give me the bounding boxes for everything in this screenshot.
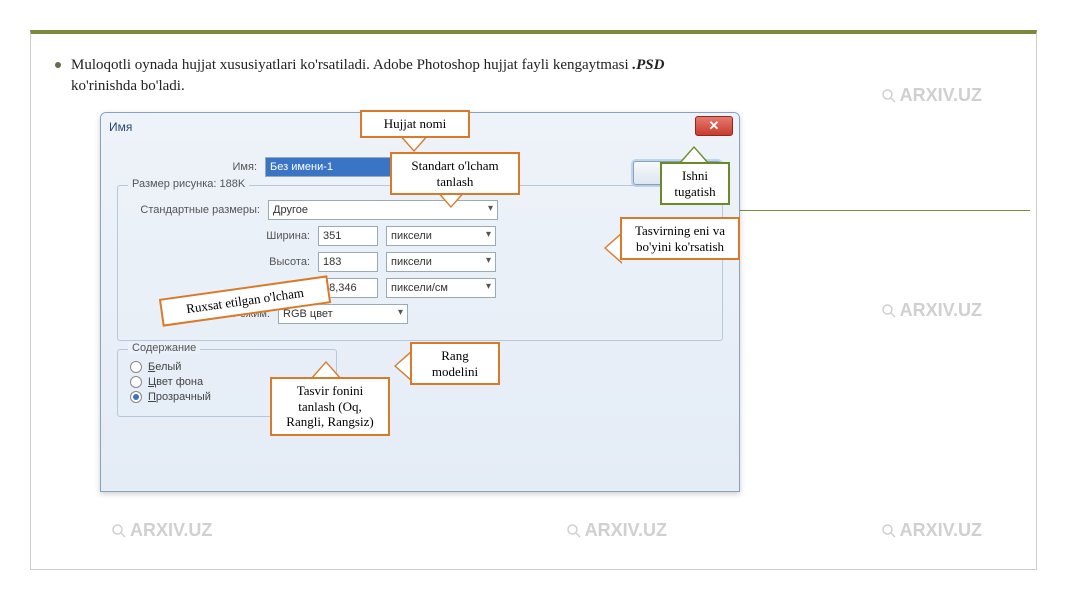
radio-icon [130,361,142,373]
callout-finish: Ishni tugatish [660,162,730,205]
bullet-point: Muloqotli oynada hujjat xususiyatlari ko… [55,55,1012,97]
width-unit-dropdown[interactable]: пиксели [386,226,496,246]
bullet-text: Muloqotli oynada hujjat xususiyatlari ko… [71,55,671,97]
bullet-icon [55,62,61,68]
name-label: Имя: [117,161,257,173]
height-label: Высота: [230,256,310,268]
size-legend: Размер рисунка: 188K [128,178,249,190]
radio-icon [130,376,142,388]
callout-document-name: Hujjat nomi [360,110,470,138]
preset-label: Стандартные размеры: [130,204,260,216]
callout-standard-size: Standart o'lcham tanlash [390,152,520,195]
close-icon: ✕ [709,118,720,134]
content-legend: Содержание [128,342,200,354]
callout-color-model: Rang modelini [410,342,500,385]
width-label: Ширина: [230,230,310,242]
height-unit-dropdown[interactable]: пиксели [386,252,496,272]
width-input[interactable]: 351 [318,226,378,246]
close-button[interactable]: ✕ [695,116,733,136]
radio-icon [130,391,142,403]
resolution-unit-dropdown[interactable]: пиксели/см [386,278,496,298]
radio-white[interactable]: Белый [130,361,324,373]
dialog-title: Имя [109,120,132,134]
callout-background: Tasvir fonini tanlash (Oq, Rangli, Rangs… [270,377,390,436]
height-input[interactable]: 183 [318,252,378,272]
callout-width-height: Tasvirning eni va bo'yini ko'rsatish [620,217,740,260]
